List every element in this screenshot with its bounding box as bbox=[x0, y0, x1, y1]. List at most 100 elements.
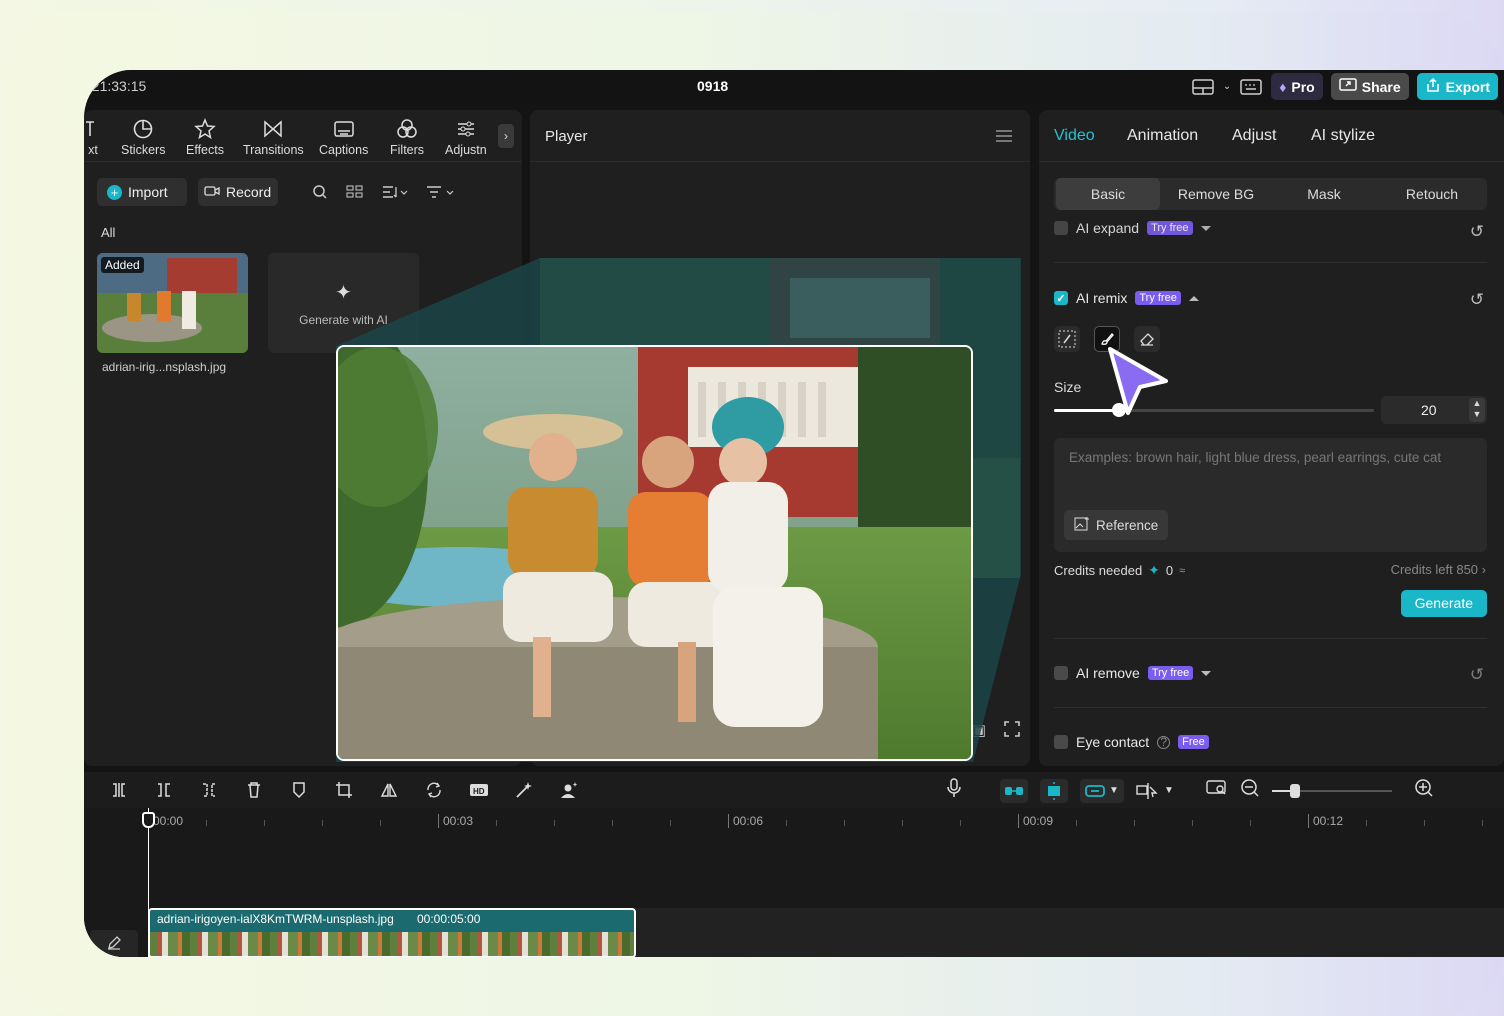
ruler-tick bbox=[1482, 820, 1483, 826]
credits-left-link[interactable]: Credits left 850 › bbox=[1391, 562, 1486, 577]
size-slider[interactable] bbox=[1054, 403, 1374, 417]
toolbar-item-text[interactable]: xt bbox=[84, 118, 104, 157]
help-icon[interactable]: ? bbox=[1157, 735, 1171, 749]
try-free-badge: Try free bbox=[1135, 291, 1181, 305]
remix-prompt-textarea[interactable]: Examples: brown hair, light blue dress, … bbox=[1054, 438, 1487, 552]
caret-down-icon[interactable] bbox=[1201, 670, 1212, 676]
pro-button[interactable]: ♦ Pro bbox=[1271, 73, 1323, 100]
toolbar-item-transitions[interactable]: Transitions bbox=[243, 118, 304, 157]
reference-button[interactable]: Reference bbox=[1064, 510, 1169, 540]
import-button[interactable]: + Import bbox=[97, 178, 187, 206]
auto-link-dropdown[interactable]: ▼ bbox=[1080, 778, 1124, 803]
subtab-remove-bg[interactable]: Remove BG bbox=[1164, 178, 1268, 210]
video-clip[interactable]: adrian-irigoyen-ialX8KmTWRM-unsplash.jpg… bbox=[148, 908, 636, 957]
clip-name: adrian-irigoyen-ialX8KmTWRM-unsplash.jpg bbox=[157, 912, 394, 926]
ai-expand-row[interactable]: AI expand Try free bbox=[1054, 220, 1211, 236]
tab-adjust[interactable]: Adjust bbox=[1232, 127, 1276, 145]
caret-down-icon[interactable] bbox=[1200, 225, 1211, 231]
ruler-tick bbox=[786, 820, 787, 826]
reset-icon[interactable]: ↺ bbox=[1470, 290, 1484, 310]
rotate-icon[interactable] bbox=[423, 780, 444, 800]
eye-contact-row[interactable]: Eye contact ? Free bbox=[1054, 734, 1209, 750]
ai-remove-checkbox[interactable] bbox=[1054, 666, 1068, 680]
share-button[interactable]: Share bbox=[1330, 73, 1409, 100]
subtab-retouch[interactable]: Retouch bbox=[1380, 178, 1484, 210]
hd-icon[interactable]: HD bbox=[468, 780, 489, 800]
share-screen-icon bbox=[1338, 78, 1357, 95]
filter-all-label[interactable]: All bbox=[101, 225, 115, 240]
generate-button[interactable]: Generate bbox=[1400, 590, 1487, 617]
toolbar-item-effects[interactable]: Effects bbox=[186, 118, 224, 157]
toolbar-item-captions[interactable]: Captions bbox=[319, 118, 368, 157]
toolbar-item-adjustment[interactable]: Adjustn bbox=[445, 118, 487, 157]
zoom-out-icon[interactable] bbox=[1240, 778, 1260, 803]
filter-funnel-icon[interactable] bbox=[426, 185, 456, 202]
ai-expand-checkbox[interactable] bbox=[1054, 221, 1068, 235]
stepper-arrows-icon[interactable]: ▲ ▼ bbox=[1469, 398, 1485, 422]
properties-panel: Video Animation Adjust AI stylize Basic … bbox=[1039, 110, 1504, 766]
sparkle-icon: ✦ bbox=[1148, 562, 1160, 578]
track-edit-button[interactable] bbox=[90, 930, 138, 957]
snap-icon[interactable] bbox=[1040, 778, 1068, 803]
ai-person-icon[interactable] bbox=[558, 780, 579, 800]
ai-remix-label: AI remix bbox=[1076, 290, 1128, 306]
split-left-icon[interactable] bbox=[153, 780, 174, 800]
toolbar-item-filters[interactable]: Filters bbox=[390, 118, 424, 157]
menu-icon[interactable] bbox=[996, 130, 1012, 142]
zoom-handle[interactable] bbox=[1289, 783, 1300, 798]
toolbar-scroll-right-button[interactable]: › bbox=[498, 124, 514, 148]
ruler-tick bbox=[670, 820, 671, 826]
project-title[interactable]: 0918 bbox=[697, 78, 728, 94]
timeline-ruler[interactable]: 00:00 00:03 00:06 00:09 00:12 bbox=[84, 808, 1504, 838]
microphone-icon[interactable] bbox=[946, 778, 962, 803]
smart-select-icon[interactable] bbox=[1054, 326, 1080, 352]
link-clips-icon[interactable] bbox=[1000, 778, 1028, 803]
sub-tabs: Basic Remove BG Mask Retouch bbox=[1054, 178, 1487, 210]
subtab-basic[interactable]: Basic bbox=[1056, 178, 1160, 210]
crop-icon[interactable] bbox=[333, 780, 354, 800]
toolbar-item-stickers[interactable]: Stickers bbox=[121, 118, 165, 157]
marker-icon[interactable] bbox=[288, 780, 309, 800]
zoom-in-icon[interactable] bbox=[1414, 778, 1434, 803]
search-icon[interactable] bbox=[312, 184, 328, 203]
chevron-right-icon: › bbox=[504, 129, 508, 143]
tab-ai-stylize[interactable]: AI stylize bbox=[1311, 127, 1375, 145]
preview-axis-dropdown[interactable]: ▼ bbox=[1136, 782, 1174, 800]
ai-remove-row[interactable]: AI remove Try free bbox=[1054, 665, 1212, 681]
caret-up-icon[interactable] bbox=[1188, 295, 1199, 301]
caption-search-icon[interactable] bbox=[1206, 779, 1228, 802]
split-icon[interactable] bbox=[108, 780, 129, 800]
playhead-handle[interactable] bbox=[142, 812, 155, 828]
export-button[interactable]: Export bbox=[1416, 73, 1498, 100]
subtab-mask[interactable]: Mask bbox=[1272, 178, 1376, 210]
ai-remove-label: AI remove bbox=[1076, 665, 1140, 681]
ai-remix-checkbox[interactable]: ✓ bbox=[1054, 291, 1068, 305]
toolbar-label: Filters bbox=[390, 143, 425, 157]
eye-contact-checkbox[interactable] bbox=[1054, 735, 1068, 749]
reset-icon[interactable]: ↺ bbox=[1470, 222, 1484, 242]
tab-animation[interactable]: Animation bbox=[1127, 127, 1198, 145]
ruler-tick bbox=[264, 820, 265, 826]
split-right-icon[interactable] bbox=[198, 780, 219, 800]
prompt-placeholder: Examples: brown hair, light blue dress, … bbox=[1069, 450, 1442, 465]
mirror-icon[interactable] bbox=[378, 780, 399, 800]
media-thumbnail[interactable]: Added bbox=[97, 253, 248, 353]
tab-video[interactable]: Video bbox=[1054, 127, 1095, 145]
layout-icon[interactable] bbox=[1191, 77, 1215, 97]
chevron-down-icon[interactable]: ⌄ bbox=[1223, 81, 1231, 92]
reset-icon[interactable]: ↺ bbox=[1470, 665, 1484, 685]
magic-wand-icon[interactable] bbox=[513, 780, 534, 800]
size-number-input[interactable]: 20 ▲ ▼ bbox=[1381, 396, 1487, 424]
timeline-zoom-slider[interactable] bbox=[1271, 783, 1392, 798]
share-label: Share bbox=[1361, 78, 1401, 95]
grid-view-icon[interactable] bbox=[346, 185, 364, 202]
record-label: Record bbox=[226, 184, 272, 200]
record-button[interactable]: Record bbox=[198, 178, 278, 206]
ruler-tick bbox=[612, 820, 613, 826]
delete-icon[interactable] bbox=[243, 780, 264, 800]
ai-remix-row[interactable]: ✓ AI remix Try free bbox=[1054, 290, 1199, 306]
diamond-icon: ♦ bbox=[1279, 78, 1287, 95]
playhead[interactable] bbox=[142, 808, 155, 957]
sort-icon[interactable] bbox=[382, 185, 408, 202]
keyboard-icon[interactable] bbox=[1239, 77, 1263, 97]
